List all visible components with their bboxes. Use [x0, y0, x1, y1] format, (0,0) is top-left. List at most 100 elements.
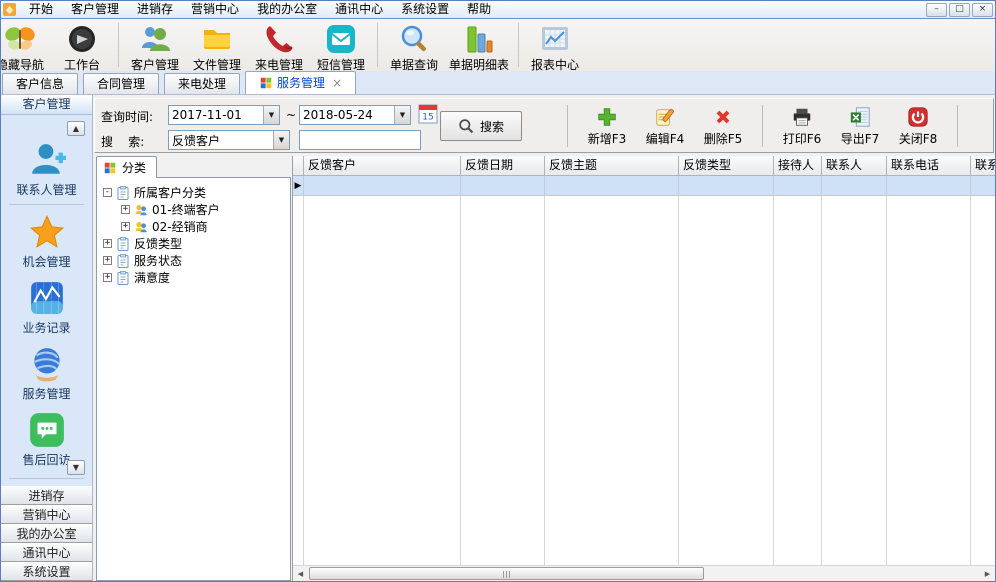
sidebar-scroll-down-button[interactable]: ▼ — [67, 460, 85, 475]
toolbar-sms-mgmt[interactable]: 短信管理 — [310, 22, 372, 71]
tab-contract-mgmt[interactable]: 合同管理 — [83, 73, 159, 94]
sidebar-group-marketing[interactable]: 营销中心 — [1, 505, 92, 524]
grid-column — [822, 196, 887, 565]
sidebar-item-business-records[interactable]: 业务记录 — [1, 279, 92, 336]
date-from-select[interactable]: 2017-11-01 ▼ — [168, 105, 280, 125]
expand-icon[interactable]: + — [103, 256, 112, 265]
menu-comm-center[interactable]: 通讯中心 — [326, 1, 392, 18]
menu-customer-mgmt[interactable]: 客户管理 — [62, 1, 128, 18]
expand-icon[interactable]: + — [121, 222, 130, 231]
date-to-value: 2018-05-24 — [303, 108, 373, 122]
tree-node-distributors[interactable]: + 02-经销商 — [97, 218, 290, 235]
pinwheel-icon — [103, 161, 117, 175]
tab-category[interactable]: 分类 — [96, 156, 157, 178]
date-from-value: 2017-11-01 — [172, 108, 242, 122]
column-header[interactable]: 反馈客户 — [304, 156, 461, 176]
bar-chart-icon — [463, 23, 495, 55]
column-header[interactable]: 联系人 — [822, 156, 887, 176]
action-label: 导出F7 — [841, 130, 880, 147]
menu-marketing[interactable]: 营销中心 — [182, 1, 248, 18]
chevron-down-icon[interactable]: ▼ — [273, 131, 289, 149]
sidebar-group-my-office[interactable]: 我的办公室 — [1, 524, 92, 543]
menu-inventory[interactable]: 进销存 — [128, 1, 182, 18]
edit-button[interactable]: 编辑F4 — [636, 104, 694, 147]
expand-icon[interactable]: + — [103, 273, 112, 282]
sidebar-group-customer-mgmt[interactable]: 客户管理 — [1, 95, 92, 115]
sidebar-item-service-mgmt[interactable]: 服务管理 — [1, 345, 92, 402]
toolbar-report-center[interactable]: 报表中心 — [524, 22, 586, 71]
search-button[interactable]: 搜索 — [440, 111, 522, 141]
chevron-down-icon[interactable]: ▼ — [394, 106, 410, 124]
tree-node-satisfaction[interactable]: + 满意度 — [97, 269, 290, 286]
new-button[interactable]: 新增F3 — [578, 104, 636, 147]
column-header[interactable]: 反馈类型 — [679, 156, 774, 176]
tree-node-feedback-type[interactable]: + 反馈类型 — [97, 235, 290, 252]
sidebar-item-opportunity-mgmt[interactable]: 机会管理 — [1, 213, 92, 270]
date-to-select[interactable]: 2018-05-24 ▼ — [299, 105, 411, 125]
column-header[interactable]: 联系电话 — [887, 156, 971, 176]
restore-button[interactable]: □ — [949, 3, 970, 17]
butterfly-icon — [4, 23, 36, 55]
expand-icon[interactable]: + — [103, 239, 112, 248]
sidebar-item-label: 机会管理 — [22, 253, 70, 270]
toolbar-workbench[interactable]: 工作台 — [51, 22, 113, 71]
scrollbar-thumb[interactable] — [309, 567, 704, 580]
calendar-button[interactable]: 15 — [417, 104, 441, 126]
action-label: 打印F6 — [783, 130, 822, 147]
export-button[interactable]: 导出F7 — [831, 104, 889, 147]
tab-call-handling[interactable]: 来电处理 — [164, 73, 240, 94]
search-label: 搜 索: — [101, 133, 144, 150]
category-icon — [116, 186, 130, 200]
tab-close-icon[interactable]: × — [332, 73, 342, 93]
tree-node-customer-categories[interactable]: - 所属客户分类 — [97, 184, 290, 201]
expand-icon[interactable]: + — [121, 205, 130, 214]
scroll-left-button[interactable]: ◀ — [293, 566, 308, 581]
sidebar-group-comm-center[interactable]: 通讯中心 — [1, 543, 92, 562]
toolbar-doc-query[interactable]: 单据查询 — [383, 22, 445, 71]
column-header[interactable]: 反馈日期 — [461, 156, 545, 176]
minimize-button[interactable]: – — [926, 3, 947, 17]
toolbar-customer-mgmt[interactable]: 客户管理 — [124, 22, 186, 71]
toolbar-hide-navigation[interactable]: 隐藏导航 — [1, 22, 51, 71]
table-row[interactable]: ▶ — [293, 176, 995, 196]
scrollbar-track[interactable] — [308, 566, 980, 581]
collapse-icon[interactable]: - — [103, 188, 112, 197]
close-form-button[interactable]: 关闭F8 — [889, 104, 947, 147]
table-cell — [887, 176, 971, 195]
menu-system-settings[interactable]: 系统设置 — [392, 1, 458, 18]
tree-node-terminal-customers[interactable]: + 01-终端客户 — [97, 201, 290, 218]
chevron-down-icon[interactable]: ▼ — [263, 106, 279, 124]
delete-button[interactable]: 删除F5 — [694, 104, 752, 147]
horizontal-scrollbar[interactable]: ◀ ▶ — [293, 565, 995, 581]
menu-start[interactable]: 开始 — [20, 1, 62, 18]
menu-my-office[interactable]: 我的办公室 — [248, 1, 326, 18]
table-cell — [545, 176, 679, 195]
column-header[interactable]: 反馈主题 — [545, 156, 679, 176]
column-header[interactable]: 接待人 — [774, 156, 822, 176]
table-cell — [461, 176, 545, 195]
toolbar-doc-detail-report[interactable]: 单据明细表 — [445, 22, 513, 71]
sidebar-scroll-up-button[interactable]: ▲ — [67, 121, 85, 136]
toolbar-file-mgmt[interactable]: 文件管理 — [186, 22, 248, 71]
category-icon — [116, 237, 130, 251]
app-logo-icon — [3, 3, 16, 16]
grid-column — [304, 196, 461, 565]
close-button[interactable]: × — [972, 3, 993, 17]
print-button[interactable]: 打印F6 — [773, 104, 831, 147]
scroll-right-button[interactable]: ▶ — [980, 566, 995, 581]
tab-service-mgmt[interactable]: 服务管理 × — [245, 71, 356, 94]
sidebar-group-inventory[interactable]: 进销存 — [1, 486, 92, 505]
globe-icon — [28, 345, 66, 383]
sidebar-item-contact-mgmt[interactable]: 联系人管理 — [1, 141, 92, 198]
menu-help[interactable]: 帮助 — [458, 1, 500, 18]
toolbar-label: 工作台 — [64, 56, 100, 71]
search-field-select[interactable]: 反馈客户 ▼ — [168, 130, 290, 150]
toolbar-call-mgmt[interactable]: 来电管理 — [248, 22, 310, 71]
column-header[interactable]: 联系手机 — [971, 156, 995, 176]
sidebar-group-system-settings[interactable]: 系统设置 — [1, 562, 92, 581]
tab-customer-info[interactable]: 客户信息 — [2, 73, 78, 94]
sidebar-item-label: 业务记录 — [22, 319, 70, 336]
sidebar-separator — [9, 204, 84, 205]
tree-node-service-status[interactable]: + 服务状态 — [97, 252, 290, 269]
search-input[interactable] — [299, 130, 421, 150]
